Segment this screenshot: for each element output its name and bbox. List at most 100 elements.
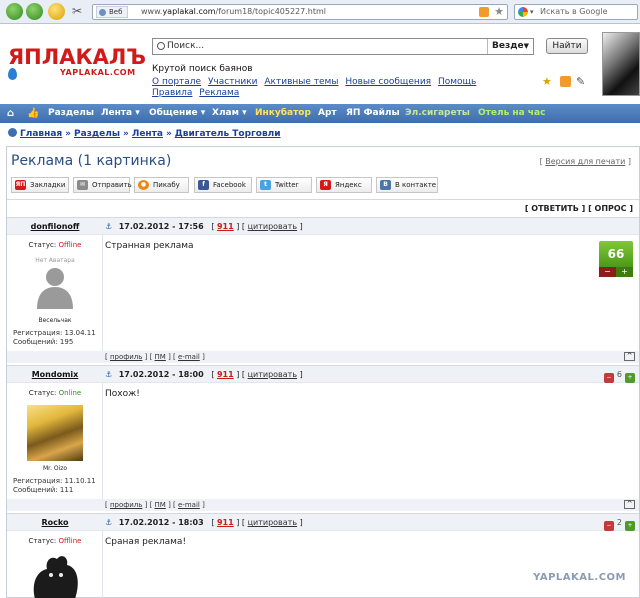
- anchor-icon[interactable]: ⚓: [105, 518, 112, 527]
- post-number[interactable]: 911: [217, 222, 234, 231]
- page-title: Реклама (1 картинка): [11, 153, 172, 169]
- nav-item-chat[interactable]: Общение ▾: [149, 104, 205, 123]
- nav-item-hotel[interactable]: Отель на час: [478, 104, 545, 123]
- share-bookmarks-button[interactable]: ЯП Закладки: [11, 177, 69, 193]
- nav-item-trash[interactable]: Хлам ▾: [212, 104, 247, 123]
- quote-link[interactable]: цитировать: [248, 518, 297, 527]
- vote-up-button[interactable]: +: [616, 267, 633, 277]
- link-help[interactable]: Помощь: [438, 77, 476, 87]
- tools-icon[interactable]: ✂: [70, 3, 84, 20]
- share-send-button[interactable]: ✉ Отправить: [73, 177, 132, 193]
- quote-link[interactable]: цитировать: [248, 370, 297, 379]
- site-search-input[interactable]: Поиск... Везде ▼: [152, 38, 534, 55]
- url-text[interactable]: www.yaplakal.com/forum18/topic405227.htm…: [141, 5, 326, 19]
- nav-item-files[interactable]: ЯП Файлы: [346, 104, 400, 123]
- breadcrumb-forum[interactable]: Двигатель Торговли: [175, 129, 281, 139]
- pikabu-icon: ●: [138, 180, 149, 190]
- pen-icon[interactable]: ✎: [576, 76, 585, 88]
- user-avatar[interactable]: [602, 32, 640, 96]
- email-link[interactable]: e-mail: [178, 353, 200, 361]
- author-panel: Статус: Offline Нет Аватара Весельчак Ре…: [7, 235, 103, 351]
- post-number[interactable]: 911: [217, 518, 234, 527]
- main-nav: ⌂ 👍 Разделы Лента ▾ Общение ▾ Хлам ▾ Инк…: [0, 104, 640, 123]
- breadcrumb-sections[interactable]: Разделы: [74, 129, 120, 139]
- link-new-messages[interactable]: Новые сообщения: [345, 77, 431, 87]
- share-toolbar: ЯП Закладки ✉ Отправить ● Пикабу f Facebook …: [7, 177, 640, 197]
- post-header: Rocko ⚓ 17.02.2012 - 18:03 [ 911 ] [ цит…: [7, 513, 639, 531]
- back-button[interactable]: [6, 3, 23, 20]
- vote-down-button[interactable]: −: [603, 373, 614, 383]
- quote-link[interactable]: цитировать: [248, 222, 297, 231]
- search-tagline[interactable]: Крутой поиск баянов: [152, 64, 253, 74]
- header-icons: ★ ✎: [542, 76, 592, 90]
- nav-item-incubator[interactable]: Инкубатор: [255, 104, 311, 123]
- breadcrumb-home[interactable]: Главная: [20, 129, 62, 139]
- link-members[interactable]: Участники: [208, 77, 258, 87]
- post-date: 17.02.2012 - 18:03: [118, 518, 204, 527]
- nav-item-art[interactable]: Арт: [318, 104, 337, 123]
- link-ads[interactable]: Реклама: [199, 88, 239, 98]
- post-text: Сраная реклама!: [105, 537, 187, 547]
- post-author[interactable]: Mondomix: [7, 366, 103, 384]
- post-number[interactable]: 911: [217, 370, 234, 379]
- home-icon[interactable]: ⌂: [7, 104, 14, 123]
- avatar-caption: Mr. Oizo: [42, 465, 68, 472]
- forward-button[interactable]: [26, 3, 43, 20]
- post-rating: −2 +: [603, 517, 635, 531]
- chevron-down-icon[interactable]: ▾: [530, 5, 534, 19]
- pm-link[interactable]: ПМ: [155, 501, 166, 509]
- post-author[interactable]: donfilonoff: [7, 218, 103, 236]
- anchor-icon[interactable]: ⚓: [105, 222, 112, 231]
- anchor-icon[interactable]: ⚓: [105, 370, 112, 379]
- site-logo[interactable]: ЯПЛАКАЛЪ YAPLAKAL.COM: [8, 46, 146, 80]
- reply-button[interactable]: [ ОТВЕТИТЬ ]: [525, 204, 585, 213]
- vote-down-button[interactable]: −: [603, 521, 614, 531]
- share-vk-button[interactable]: BВ контакте: [376, 177, 438, 193]
- watermark: YAPLAKAL.COM: [533, 572, 626, 583]
- vote-down-button[interactable]: −: [599, 267, 616, 277]
- avatar[interactable]: [27, 405, 83, 461]
- reload-button[interactable]: [48, 3, 65, 20]
- post-author[interactable]: Rocko: [7, 514, 103, 532]
- link-active-topics[interactable]: Активные темы: [264, 77, 338, 87]
- share-twitter-button[interactable]: t Twitter: [256, 177, 312, 193]
- address-bar[interactable]: Веб www.yaplakal.com/forum18/topic405227…: [92, 4, 508, 20]
- bookmark-star-icon[interactable]: ★: [494, 5, 504, 19]
- breadcrumb: Главная» Разделы» Лента» Двигатель Торговли: [8, 128, 281, 139]
- vote-up-button[interactable]: +: [625, 521, 635, 531]
- scroll-top-button[interactable]: ^: [624, 500, 635, 509]
- nav-item-ecig[interactable]: Эл.сигареты: [405, 104, 470, 123]
- poll-button[interactable]: [ ОПРОС ]: [588, 204, 633, 213]
- nav-item-feed[interactable]: Лента ▾: [101, 104, 140, 123]
- avatar[interactable]: [27, 553, 83, 598]
- post-footer: [ профиль ] [ ПМ ] [ e-mail ] ^: [7, 351, 639, 363]
- print-version-link[interactable]: [ Версия для печати ]: [540, 157, 631, 166]
- vote-up-button[interactable]: +: [625, 373, 635, 383]
- pm-link[interactable]: ПМ: [155, 353, 166, 361]
- status-badge: Online: [58, 389, 82, 397]
- share-pikabu-button[interactable]: ● Пикабу: [134, 177, 189, 193]
- scroll-top-button[interactable]: ^: [624, 352, 635, 361]
- share-facebook-button[interactable]: f Facebook: [194, 177, 252, 193]
- breadcrumb-feed[interactable]: Лента: [132, 129, 163, 139]
- link-rules[interactable]: Правила: [152, 88, 192, 98]
- yap-icon: ЯП: [15, 180, 26, 190]
- nav-item-sections[interactable]: Разделы: [48, 104, 94, 123]
- rss-icon[interactable]: [479, 7, 489, 17]
- breadcrumb-icon: [8, 128, 17, 137]
- email-link[interactable]: e-mail: [178, 501, 200, 509]
- rss-icon[interactable]: [560, 76, 571, 87]
- avatar-caption: Весельчак: [38, 317, 72, 324]
- profile-link[interactable]: профиль: [110, 501, 142, 509]
- browser-search-input[interactable]: ▾ Искать в Google: [514, 4, 638, 20]
- post-text: Странная реклама: [105, 241, 194, 251]
- thumbs-up-icon[interactable]: 👍: [27, 104, 39, 123]
- profile-link[interactable]: профиль: [110, 353, 142, 361]
- site-identity-badge[interactable]: Веб: [96, 6, 129, 18]
- favorites-star-icon[interactable]: ★: [542, 76, 552, 88]
- share-yandex-button[interactable]: Я Яндекс: [316, 177, 372, 193]
- link-about[interactable]: О портале: [152, 77, 201, 87]
- find-button[interactable]: Найти: [546, 38, 588, 54]
- avatar[interactable]: Нет Аватара: [27, 257, 83, 313]
- search-scope-select[interactable]: Везде ▼: [487, 39, 533, 54]
